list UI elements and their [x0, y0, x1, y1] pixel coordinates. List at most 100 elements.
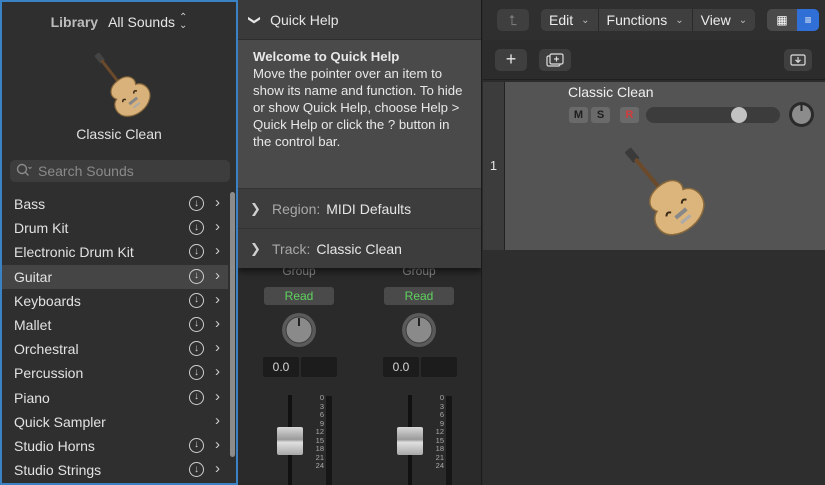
duplicate-track-icon	[546, 53, 564, 67]
arrow-up-icon: ⮤	[508, 11, 518, 28]
download-circle-icon[interactable]: ↓	[189, 196, 204, 211]
menu-button-group: Edit ⌄ Functions ⌄ View ⌄	[541, 9, 756, 31]
level-meter	[326, 396, 332, 485]
download-circle-icon[interactable]: ↓	[189, 437, 204, 453]
pan-knob[interactable]	[401, 312, 437, 348]
grid-view-button[interactable]: ▦	[767, 9, 798, 31]
chevron-right-icon[interactable]: ›	[215, 315, 220, 332]
track-volume-thumb[interactable]	[731, 107, 747, 123]
download-tray-button[interactable]	[784, 49, 812, 71]
go-up-button[interactable]: ⮤	[497, 9, 529, 31]
functions-menu[interactable]: Functions ⌄	[599, 9, 693, 31]
pan-readout[interactable]	[301, 357, 337, 377]
mute-button[interactable]: M	[569, 107, 588, 123]
download-tray-icon	[790, 54, 806, 66]
list-icon: ≡	[804, 13, 812, 27]
chevron-down-icon: ⌄	[581, 14, 590, 26]
chevron-right-icon[interactable]: ›	[215, 267, 220, 284]
download-circle-icon[interactable]: ↓	[189, 316, 204, 332]
chevron-right-icon[interactable]: ›	[215, 388, 220, 405]
volume-readout[interactable]: 0.0	[383, 357, 419, 377]
edit-menu[interactable]: Edit ⌄	[541, 9, 599, 31]
hollow-body-guitar-icon	[624, 147, 705, 236]
chevron-right-icon[interactable]: ›	[215, 436, 220, 453]
track-header-toolbar: +	[483, 40, 825, 80]
chevron-down-icon: ⌄	[675, 14, 684, 26]
category-item[interactable]: Electronic Drum Kit ↓ ›	[2, 240, 228, 264]
meter-scale-tick: 24	[315, 461, 324, 470]
chevron-right-icon[interactable]: ›	[215, 363, 220, 380]
category-item[interactable]: Keyboards ↓ ›	[2, 289, 228, 313]
chevron-right-icon[interactable]: ›	[215, 412, 220, 429]
track-empty-area[interactable]	[483, 250, 825, 485]
guitar-patch-icon	[94, 52, 151, 117]
library-scrollbar[interactable]	[230, 192, 235, 457]
chevron-right-icon[interactable]: ›	[215, 242, 220, 259]
chevron-right-icon: ❯	[250, 240, 261, 256]
automation-mode-button[interactable]: Read	[264, 287, 334, 305]
volume-fader-handle[interactable]	[397, 427, 423, 455]
list-view-button[interactable]: ≡	[797, 9, 820, 31]
track-row[interactable]: 1 Classic Clean M S R	[483, 82, 825, 250]
channel-strip: Group Read 0.0 0 3 6 9 12 15 18 21 24	[374, 262, 464, 485]
edit-menu-label: Edit	[549, 12, 574, 28]
tracks-toolbar: ⮤ Edit ⌄ Functions ⌄ View ⌄ ▦ ≡	[483, 0, 825, 40]
chevron-right-icon[interactable]: ›	[215, 291, 220, 308]
category-item[interactable]: Quick Sampler ›	[2, 410, 228, 434]
category-item[interactable]: Guitar ↓ ›	[2, 264, 228, 289]
download-circle-icon[interactable]: ↓	[189, 462, 204, 478]
search-input[interactable]	[38, 163, 218, 179]
view-menu[interactable]: View ⌄	[693, 9, 755, 31]
category-item[interactable]: Piano ↓ ›	[2, 386, 228, 410]
volume-fader-handle[interactable]	[277, 427, 303, 455]
channel-strip: Group Read 0.0 0 3 6 9 12 15 18 21 24	[254, 262, 344, 485]
volume-readout[interactable]: 0.0	[263, 357, 299, 377]
chevron-right-icon[interactable]: ›	[215, 218, 220, 235]
track-key: Track:	[272, 240, 311, 257]
chevron-down-icon: ❯	[248, 14, 263, 25]
track-pan-knob[interactable]	[788, 101, 815, 128]
pan-readout[interactable]	[421, 357, 457, 377]
quick-help-header[interactable]: ❯ Quick Help	[238, 0, 481, 40]
inspector-panel: ❯ Quick Help Welcome to Quick Help Move …	[238, 0, 482, 485]
duplicate-track-button[interactable]	[539, 49, 571, 71]
quick-help-heading: Welcome to Quick Help	[253, 49, 400, 64]
chevron-down-icon: ⌄	[738, 14, 748, 26]
chevron-right-icon[interactable]: ›	[215, 460, 220, 477]
category-item[interactable]: Drum Kit ↓ ›	[2, 216, 228, 240]
region-inspector-row[interactable]: ❯ Region: MIDI Defaults	[238, 188, 481, 228]
plus-icon: +	[505, 49, 517, 69]
category-list: Bass ↓ › Drum Kit ↓ › Electronic Drum Kit ↓ › Gui…	[2, 192, 228, 482]
download-circle-icon[interactable]: ↓	[189, 389, 204, 405]
library-header: Library All Sounds ⌃ ⌄	[2, 2, 236, 42]
category-item[interactable]: Bass ↓ ›	[2, 192, 228, 216]
search-field[interactable]	[10, 160, 230, 182]
track-name[interactable]: Classic Clean	[568, 84, 654, 100]
chevron-right-icon[interactable]: ›	[215, 194, 220, 211]
pan-knob[interactable]	[281, 312, 317, 348]
category-item[interactable]: Studio Strings ↓ ›	[2, 458, 228, 482]
track-volume-slider[interactable]	[646, 107, 780, 123]
category-item[interactable]: Mallet ↓ ›	[2, 313, 228, 337]
track-value: Classic Clean	[316, 240, 402, 257]
download-circle-icon[interactable]: ↓	[189, 268, 204, 284]
functions-menu-label: Functions	[606, 12, 668, 28]
search-icon	[16, 163, 32, 180]
quick-help-body: Welcome to Quick Help Move the pointer o…	[238, 40, 481, 188]
download-circle-icon[interactable]: ↓	[189, 292, 204, 308]
record-enable-button[interactable]: R	[620, 107, 639, 123]
quick-help-popover: ❯ Quick Help Welcome to Quick Help Move …	[238, 0, 481, 268]
add-track-button[interactable]: +	[495, 49, 527, 71]
region-value: MIDI Defaults	[326, 200, 412, 217]
category-item[interactable]: Orchestral ↓ ›	[2, 337, 228, 361]
category-item[interactable]: Studio Horns ↓ ›	[2, 434, 228, 458]
view-menu-label: View	[700, 12, 731, 28]
solo-button[interactable]: S	[591, 107, 610, 123]
category-item[interactable]: Percussion ↓ ›	[2, 361, 228, 385]
chevron-right-icon[interactable]: ›	[215, 339, 220, 356]
track-inspector-row[interactable]: ❯ Track: Classic Clean	[238, 228, 481, 268]
sound-selector[interactable]: All Sounds ⌃ ⌄	[108, 13, 187, 31]
sound-selector-label: All Sounds	[108, 14, 175, 30]
library-title: Library	[50, 14, 99, 30]
automation-mode-button[interactable]: Read	[384, 287, 454, 305]
